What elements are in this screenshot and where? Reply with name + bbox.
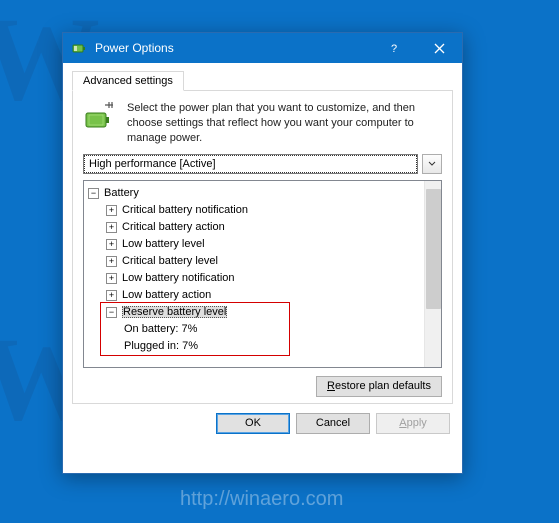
power-options-dialog: Power Options ? Advanced settings Select… [62,32,463,474]
panel: Select the power plan that you want to c… [72,91,453,404]
tabstrip: Advanced settings [72,70,453,91]
tree-node[interactable]: Critical battery notification [88,202,420,219]
svg-text:?: ? [391,43,397,54]
expand-icon[interactable] [106,222,117,233]
power-plan-icon [83,101,117,146]
tree-node[interactable]: Low battery action [88,287,420,304]
cancel-button[interactable]: Cancel [296,413,370,434]
tree-label: Low battery notification [122,272,235,284]
tree-node-battery[interactable]: Battery [88,185,420,202]
expand-icon[interactable] [106,290,117,301]
expand-icon[interactable] [106,205,117,216]
tree-label: Critical battery notification [122,204,248,216]
close-button[interactable] [417,33,462,63]
setting-on-battery[interactable]: On battery: 7% [88,321,420,338]
setting-value[interactable]: 7% [182,340,198,352]
scrollbar[interactable] [424,181,441,367]
setting-plugged-in[interactable]: Plugged in: 7% [88,338,420,355]
titlebar: Power Options ? [63,33,462,63]
window-title: Power Options [95,41,372,55]
tree-node[interactable]: Low battery notification [88,270,420,287]
setting-label: On battery: [124,323,178,335]
intro-text: Select the power plan that you want to c… [127,101,442,146]
dropdown-button[interactable] [422,154,442,174]
ok-button[interactable]: OK [216,413,290,434]
chevron-down-icon [428,161,436,167]
tree-label: Low battery action [122,289,211,301]
tree-node[interactable]: Low battery level [88,236,420,253]
battery-icon [71,40,87,56]
tree-node-reserve-battery[interactable]: Reserve battery level [88,304,420,321]
collapse-icon[interactable] [106,307,117,318]
restore-defaults-button[interactable]: Restore plan defaults [316,376,442,397]
button-label: pply [407,417,427,429]
tree-node[interactable]: Critical battery level [88,253,420,270]
tree-label: Critical battery action [122,221,225,233]
expand-icon[interactable] [106,256,117,267]
button-label: estore plan defaults [335,380,431,392]
tree-label: Critical battery level [122,255,218,267]
tab-advanced-settings[interactable]: Advanced settings [72,71,184,91]
tree-node[interactable]: Critical battery action [88,219,420,236]
apply-button: Apply [376,413,450,434]
setting-label: Plugged in: [124,340,179,352]
accesskey: A [399,417,406,429]
scrollbar-thumb[interactable] [426,189,441,309]
power-plan-combo[interactable]: High performance [Active] [83,154,418,174]
setting-value[interactable]: 7% [181,323,197,335]
collapse-icon[interactable] [88,188,99,199]
accesskey: R [327,380,335,392]
tree-label: Battery [104,187,139,199]
tree-label: Low battery level [122,238,205,250]
tree-label-selected: Reserve battery level [122,306,227,318]
settings-tree: Battery Critical battery notification Cr… [83,180,442,368]
watermark-url-footer: http://winaero.com [180,488,343,511]
expand-icon[interactable] [106,239,117,250]
help-button[interactable]: ? [372,33,417,63]
expand-icon[interactable] [106,273,117,284]
